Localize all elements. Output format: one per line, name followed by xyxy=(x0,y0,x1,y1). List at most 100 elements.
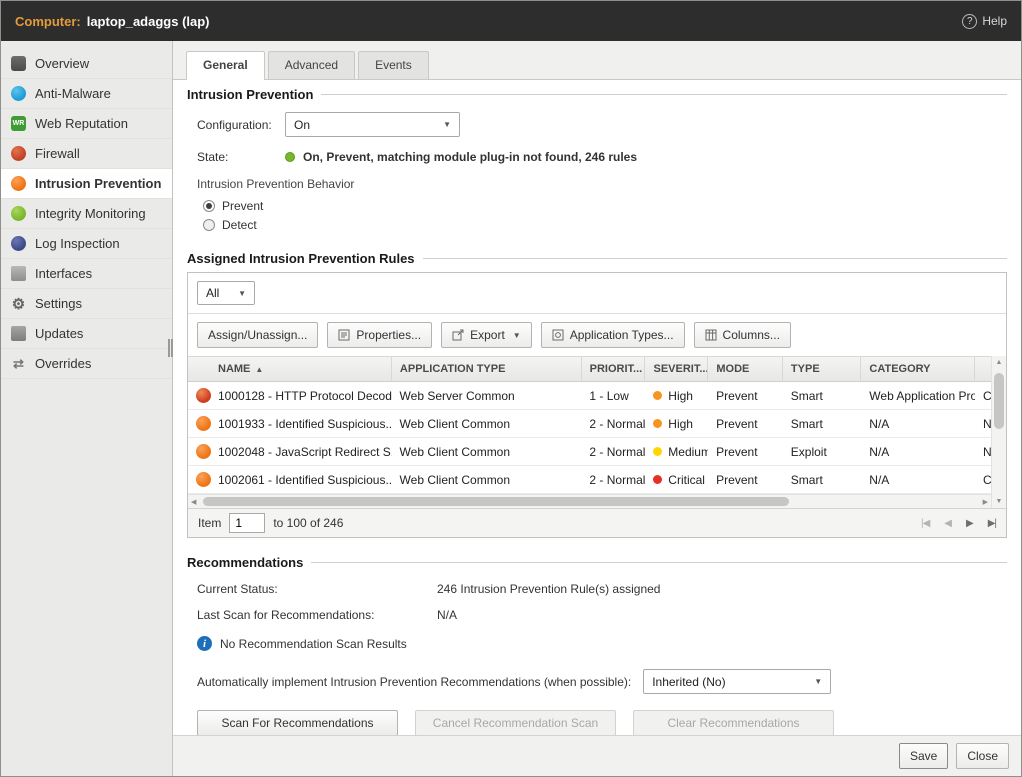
button-label: Cancel Recommendation Scan xyxy=(433,716,598,730)
chevron-down-icon: ▼ xyxy=(513,331,521,340)
sidebar-item-settings[interactable]: Settings xyxy=(1,289,172,319)
assigned-rules-section-header: Assigned Intrusion Prevention Rules xyxy=(187,251,1007,266)
sidebar-item-firewall[interactable]: Firewall xyxy=(1,139,172,169)
rule-type: Smart xyxy=(791,473,823,487)
close-button[interactable]: Close xyxy=(956,743,1009,769)
columns-button[interactable]: Columns... xyxy=(694,322,791,348)
rule-overflow: C xyxy=(983,473,991,487)
column-header-severity[interactable]: SEVERIT... xyxy=(645,357,708,381)
configuration-dropdown[interactable]: On ▼ xyxy=(285,112,460,137)
scan-for-recommendations-button[interactable]: Scan For Recommendations xyxy=(197,710,398,735)
sidebar-item-integrity-monitoring[interactable]: Integrity Monitoring xyxy=(1,199,172,229)
sidebar: Overview Anti-Malware Web Reputation Fir… xyxy=(1,41,173,776)
info-icon xyxy=(197,636,212,651)
sidebar-item-label: Settings xyxy=(35,296,82,311)
sidebar-item-label: Anti-Malware xyxy=(35,86,111,101)
sidebar-item-log-inspection[interactable]: Log Inspection xyxy=(1,229,172,259)
prevent-radio-row[interactable]: Prevent xyxy=(203,199,1007,213)
sidebar-item-updates[interactable]: Updates xyxy=(1,319,172,349)
sidebar-resize-handle[interactable] xyxy=(168,339,173,357)
state-status-dot-icon xyxy=(285,152,295,162)
scroll-down-icon[interactable]: ▼ xyxy=(996,498,1003,505)
sidebar-item-anti-malware[interactable]: Anti-Malware xyxy=(1,79,172,109)
rules-filter-row: All ▼ xyxy=(188,273,1006,314)
rules-filter-dropdown[interactable]: All ▼ xyxy=(197,281,255,305)
current-status-label: Current Status: xyxy=(197,582,437,596)
sidebar-item-label: Overview xyxy=(35,56,89,71)
tab-label: General xyxy=(203,58,248,72)
rule-overflow: N xyxy=(983,445,991,459)
column-header-priority[interactable]: PRIORIT... xyxy=(582,357,646,381)
tab-general[interactable]: General xyxy=(186,51,265,80)
rule-category: N/A xyxy=(869,445,889,459)
horizontal-scroll-thumb[interactable] xyxy=(203,497,789,506)
application-types-button[interactable]: Application Types... xyxy=(541,322,685,348)
table-row[interactable]: 1002061 - Identified Suspicious... Web C… xyxy=(188,466,991,494)
log-inspection-icon xyxy=(11,236,26,251)
section-divider xyxy=(311,562,1007,563)
button-label: Save xyxy=(910,749,937,763)
prevent-radio[interactable] xyxy=(203,200,215,212)
next-page-button[interactable]: ▶ xyxy=(966,518,973,529)
sidebar-item-label: Overrides xyxy=(35,356,91,371)
sidebar-item-intrusion-prevention[interactable]: Intrusion Prevention xyxy=(1,169,172,199)
rule-name: 1001933 - Identified Suspicious... xyxy=(218,417,392,431)
column-header-mode[interactable]: MODE xyxy=(708,357,783,381)
properties-button[interactable]: Properties... xyxy=(327,322,432,348)
last-scan-value: N/A xyxy=(437,608,457,622)
export-button[interactable]: Export ▼ xyxy=(441,322,532,348)
title-bar: Computer: laptop_adaggs (lap) Help xyxy=(1,1,1021,41)
save-button[interactable]: Save xyxy=(899,743,948,769)
interfaces-icon xyxy=(11,266,26,281)
sidebar-item-overview[interactable]: Overview xyxy=(1,49,172,79)
column-header-name[interactable]: NAME ▲ xyxy=(188,357,392,381)
pagination-range: to 100 of 246 xyxy=(273,516,343,530)
state-row: State: On, Prevent, matching module plug… xyxy=(197,150,1007,164)
last-page-button[interactable]: ▶| xyxy=(988,518,996,529)
section-divider xyxy=(321,94,1007,95)
column-header-category[interactable]: CATEGORY xyxy=(861,357,975,381)
configuration-value: On xyxy=(294,118,310,132)
rule-icon xyxy=(196,472,211,487)
detect-radio-row[interactable]: Detect xyxy=(203,218,1007,232)
column-header-application-type[interactable]: APPLICATION TYPE xyxy=(392,357,582,381)
help-button[interactable]: Help xyxy=(962,14,1007,29)
sidebar-item-web-reputation[interactable]: Web Reputation xyxy=(1,109,172,139)
detect-radio[interactable] xyxy=(203,219,215,231)
sidebar-item-interfaces[interactable]: Interfaces xyxy=(1,259,172,289)
table-row[interactable]: 1001933 - Identified Suspicious... Web C… xyxy=(188,410,991,438)
vertical-scrollbar[interactable]: ▲ ▼ xyxy=(991,356,1006,508)
assign-unassign-button[interactable]: Assign/Unassign... xyxy=(197,322,318,348)
item-number-input[interactable] xyxy=(229,513,265,533)
cancel-recommendation-scan-button: Cancel Recommendation Scan xyxy=(415,710,616,735)
scroll-up-icon[interactable]: ▲ xyxy=(996,359,1003,366)
last-scan-row: Last Scan for Recommendations: N/A xyxy=(197,608,1007,622)
column-header-type[interactable]: TYPE xyxy=(783,357,861,381)
vertical-scroll-thumb[interactable] xyxy=(994,373,1004,429)
prev-page-button[interactable]: ◀ xyxy=(944,518,951,529)
detect-radio-label: Detect xyxy=(222,218,257,232)
sidebar-item-overrides[interactable]: Overrides xyxy=(1,349,172,379)
table-row[interactable]: 1000128 - HTTP Protocol Decod... Web Ser… xyxy=(188,382,991,410)
auto-implement-dropdown[interactable]: Inherited (No) ▼ xyxy=(643,669,831,694)
table-row[interactable]: 1002048 - JavaScript Redirect S... Web C… xyxy=(188,438,991,466)
scroll-right-icon[interactable]: ▶ xyxy=(983,498,988,506)
export-icon xyxy=(452,329,464,341)
rules-toolbar: Assign/Unassign... Properties... Export … xyxy=(188,314,1006,356)
body: Overview Anti-Malware Web Reputation Fir… xyxy=(1,41,1021,776)
rule-severity: High xyxy=(668,417,693,431)
updates-icon xyxy=(11,326,26,341)
rules-filter-value: All xyxy=(206,286,219,300)
button-label: Clear Recommendations xyxy=(667,716,799,730)
scroll-left-icon[interactable]: ◀ xyxy=(191,498,196,506)
horizontal-scrollbar[interactable]: ◀ ▶ xyxy=(188,494,991,508)
rule-severity: Critical xyxy=(668,473,705,487)
chevron-down-icon: ▼ xyxy=(443,120,451,129)
pagination-bar: Item to 100 of 246 |◀ ◀ ▶ ▶| xyxy=(188,508,1006,537)
tab-advanced[interactable]: Advanced xyxy=(268,51,355,79)
tab-events[interactable]: Events xyxy=(358,51,429,79)
auto-implement-label: Automatically implement Intrusion Preven… xyxy=(197,675,631,689)
first-page-button[interactable]: |◀ xyxy=(921,518,929,529)
section-title: Intrusion Prevention xyxy=(187,87,313,102)
item-label: Item xyxy=(198,516,221,530)
